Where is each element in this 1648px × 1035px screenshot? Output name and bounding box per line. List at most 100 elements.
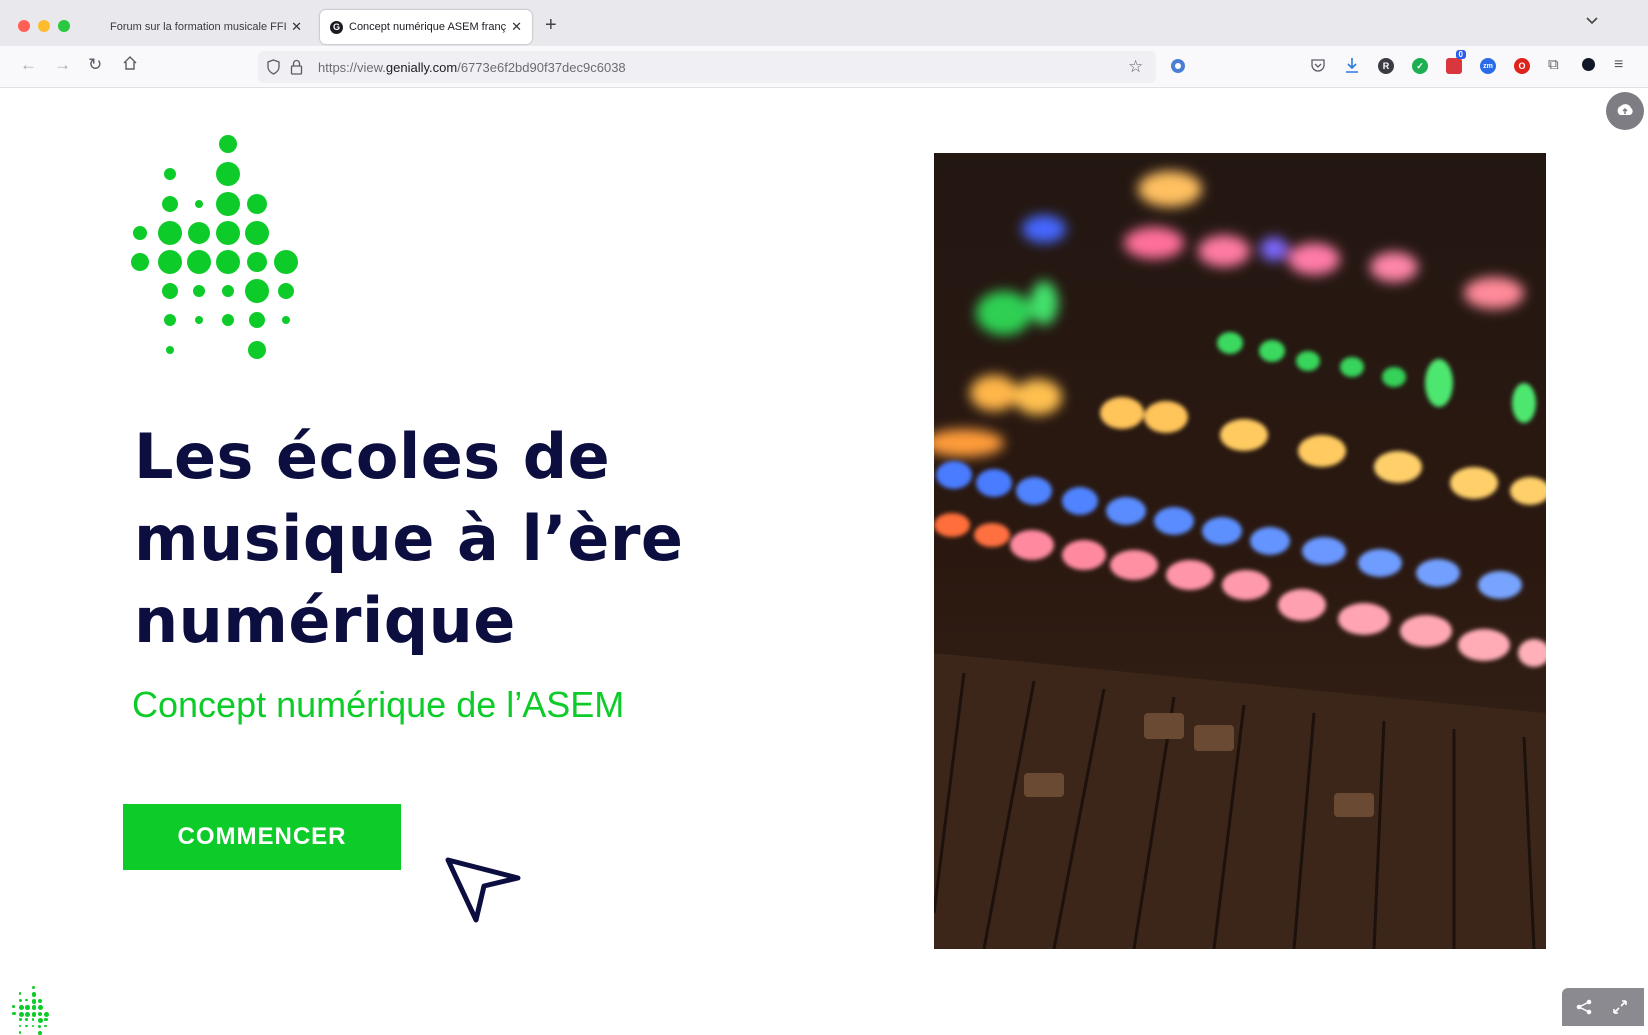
- page-title: Les écoles de musique à l’ère numérique: [134, 420, 684, 657]
- close-tab-icon[interactable]: ✕: [291, 19, 302, 35]
- logo-dot: [131, 253, 149, 271]
- logo-dot: [245, 279, 269, 303]
- mini-logo-dot: [25, 1018, 28, 1021]
- logo-dot: [222, 314, 234, 326]
- sync-button[interactable]: [1606, 92, 1644, 130]
- cursor-arrow-icon: [445, 857, 521, 923]
- logo-dot: [166, 346, 174, 354]
- fullscreen-icon[interactable]: [1612, 999, 1628, 1020]
- logo-dot: [195, 200, 203, 208]
- mini-logo-dot: [31, 985, 36, 990]
- mini-logo-dot: [18, 1031, 22, 1034]
- opera-icon[interactable]: O: [1514, 58, 1530, 74]
- shield-icon[interactable]: [266, 59, 281, 80]
- logo-dot: [162, 283, 178, 299]
- forward-icon[interactable]: →: [54, 55, 71, 75]
- extension-puzzle-blue-icon[interactable]: [1170, 58, 1186, 79]
- tab-concept[interactable]: G Concept numérique ASEM franç ✕: [320, 10, 532, 44]
- share-icon[interactable]: [1576, 999, 1592, 1020]
- mini-logo-dot: [25, 999, 28, 1002]
- home-icon[interactable]: [122, 55, 138, 76]
- extension-zm-icon[interactable]: zm: [1480, 58, 1496, 74]
- mini-logo-dot: [12, 1005, 15, 1009]
- tab-title: Concept numérique ASEM franç: [349, 21, 507, 33]
- mini-logo-dot: [18, 1011, 24, 1017]
- extension-badge-count: 0: [1455, 50, 1466, 59]
- logo-dot: [248, 341, 266, 359]
- mini-logo-dot: [18, 992, 22, 995]
- back-icon[interactable]: ←: [20, 55, 37, 75]
- mini-logo-dot: [37, 1005, 43, 1011]
- mini-logo-dot: [18, 1018, 22, 1022]
- reload-icon[interactable]: ↻: [88, 55, 102, 75]
- logo-dot: [187, 250, 211, 274]
- bookmark-star-icon[interactable]: ☆: [1128, 57, 1143, 77]
- cloud-sync-icon: [1617, 104, 1633, 115]
- mini-logo-dot: [31, 992, 37, 998]
- mixing-console-photo: [934, 153, 1546, 949]
- logo-dot: [278, 283, 294, 299]
- logo-dot: [164, 314, 176, 326]
- mini-logo-dot: [31, 1005, 37, 1011]
- logo-dot: [193, 285, 205, 297]
- close-window-button[interactable]: [18, 20, 30, 32]
- mini-logo-dot: [18, 999, 22, 1003]
- mini-logo-dot: [25, 1011, 30, 1017]
- logo-dot: [216, 192, 240, 216]
- logo-dot: [219, 135, 237, 153]
- browser-tab-bar: Forum sur la formation musicale FFI ✕ G …: [0, 0, 1648, 46]
- mini-logo-dot: [31, 1011, 37, 1017]
- start-button[interactable]: COMMENCER: [123, 804, 401, 870]
- lock-icon[interactable]: [290, 59, 303, 80]
- minimize-window-button[interactable]: [38, 20, 50, 32]
- downloads-icon[interactable]: [1344, 56, 1360, 79]
- logo-dot: [216, 250, 240, 274]
- logo-dot: [247, 194, 267, 214]
- extension-hex-icon[interactable]: [1582, 58, 1595, 71]
- logo-dot: [216, 162, 240, 186]
- logo-dot: [274, 250, 298, 274]
- extensions-puzzle-icon[interactable]: ⧉: [1548, 56, 1559, 73]
- app-menu-icon[interactable]: ≡: [1614, 56, 1623, 74]
- mini-logo-dot: [31, 1018, 34, 1021]
- tab-title: Forum sur la formation musicale FFI: [110, 21, 287, 33]
- mini-logo-dot: [37, 999, 42, 1004]
- logo-dot: [158, 221, 182, 245]
- page-subtitle: Concept numérique de l’ASEM: [132, 684, 625, 725]
- logo-dot: [247, 252, 267, 272]
- address-bar[interactable]: https://view.genially.com/6773e6f2bd90f3…: [258, 51, 1156, 83]
- tab-forum[interactable]: Forum sur la formation musicale FFI ✕: [100, 10, 312, 44]
- logo-dot: [249, 312, 265, 328]
- url-domain: genially.com: [385, 60, 458, 75]
- mini-logo-dot: [25, 1024, 28, 1027]
- mini-logo-dot: [44, 1011, 50, 1017]
- url-text[interactable]: https://view.genially.com/6773e6f2bd90f3…: [318, 60, 626, 75]
- logo-dot: [188, 222, 210, 244]
- logo-dot: [158, 250, 182, 274]
- pocket-icon[interactable]: [1310, 57, 1326, 78]
- url-prefix: https://view.: [318, 60, 386, 75]
- mini-logo-dot: [37, 1024, 42, 1028]
- extension-badge-icon[interactable]: 0: [1446, 50, 1466, 74]
- logo-dot: [164, 168, 176, 180]
- mini-logo-dot: [18, 1005, 24, 1011]
- logo-dot: [216, 221, 240, 245]
- close-tab-icon[interactable]: ✕: [511, 19, 522, 35]
- genially-favicon-icon: G: [330, 20, 343, 34]
- chevron-down-icon[interactable]: [1585, 15, 1599, 29]
- logo-dot: [282, 316, 290, 324]
- new-tab-icon[interactable]: +: [545, 14, 557, 37]
- extension-r-icon[interactable]: R: [1378, 58, 1394, 74]
- mini-logo-dot: [37, 1011, 42, 1016]
- logo-dot: [195, 316, 203, 324]
- mini-logo-dot: [31, 999, 37, 1004]
- logo-dot: [245, 221, 269, 245]
- mini-logo-dot: [37, 1018, 43, 1024]
- mini-logo-dot: [25, 1005, 30, 1010]
- logo-dot: [133, 226, 147, 240]
- browser-nav-bar: ← → ↻ https://view.genially.com/6773e6f2…: [0, 46, 1648, 88]
- extension-check-icon[interactable]: ✓: [1412, 58, 1428, 74]
- mini-logo-dot: [37, 1031, 42, 1035]
- maximize-window-button[interactable]: [58, 20, 70, 32]
- mini-logo-dot: [44, 1018, 48, 1022]
